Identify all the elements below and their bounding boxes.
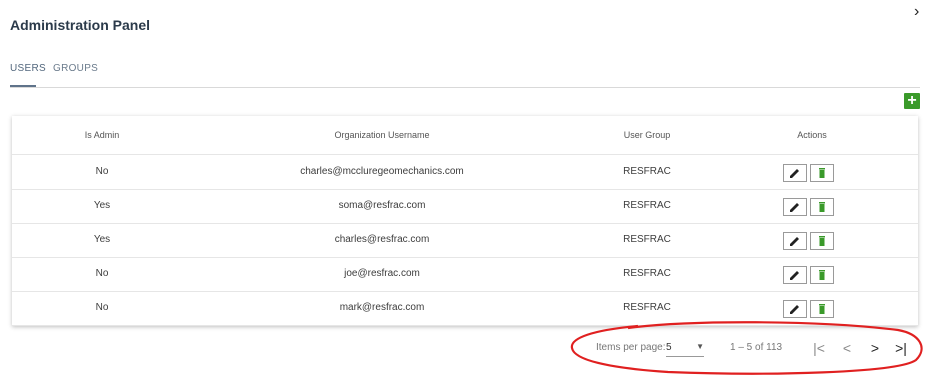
column-header-user-group[interactable]: User Group bbox=[592, 116, 702, 154]
username-cell: mark@resfrac.com bbox=[339, 302, 425, 313]
column-header-actions: Actions bbox=[797, 130, 827, 140]
close-chevron-icon[interactable]: › bbox=[914, 3, 925, 21]
previous-page-button[interactable]: < bbox=[838, 339, 856, 357]
page-range-label: 1 – 5 of 113 bbox=[730, 342, 783, 353]
page-size-value: 5 bbox=[666, 342, 672, 353]
edit-button[interactable] bbox=[783, 266, 807, 284]
user-group-cell: RESFRAC bbox=[623, 166, 671, 177]
table-row: No joe@resfrac.com RESFRAC bbox=[12, 257, 918, 292]
edit-button[interactable] bbox=[783, 300, 807, 318]
next-page-button[interactable]: > bbox=[866, 339, 884, 357]
is-admin-cell: No bbox=[95, 268, 109, 279]
pencil-icon bbox=[790, 271, 799, 280]
pencil-icon bbox=[790, 237, 799, 246]
edit-button[interactable] bbox=[783, 232, 807, 250]
last-page-button[interactable]: >| bbox=[892, 339, 910, 357]
trash-icon bbox=[819, 236, 825, 246]
user-group-cell: RESFRAC bbox=[623, 302, 671, 313]
pencil-icon bbox=[790, 203, 799, 212]
table-row: No charles@mccluregeomechanics.com RESFR… bbox=[12, 155, 918, 190]
is-admin-cell: Yes bbox=[93, 234, 111, 245]
edit-button[interactable] bbox=[783, 198, 807, 216]
first-page-button[interactable]: |< bbox=[810, 339, 828, 357]
table-row: No mark@resfrac.com RESFRAC bbox=[12, 291, 918, 326]
delete-button[interactable] bbox=[810, 198, 834, 216]
delete-button[interactable] bbox=[810, 164, 834, 182]
edit-button[interactable] bbox=[783, 164, 807, 182]
is-admin-cell: Yes bbox=[93, 200, 111, 211]
add-user-button[interactable]: + bbox=[904, 93, 920, 109]
table-header-row: Is Admin Organization Username User Grou… bbox=[12, 116, 918, 155]
dropdown-arrow-icon: ▼ bbox=[696, 342, 704, 351]
items-per-page-label: Items per page: bbox=[596, 342, 666, 353]
table-row: Yes charles@resfrac.com RESFRAC bbox=[12, 223, 918, 258]
paginator: Items per page: 5 ▼ 1 – 5 of 113 |< < > … bbox=[590, 335, 920, 361]
username-cell: soma@resfrac.com bbox=[338, 200, 426, 211]
tab-users[interactable]: USERS bbox=[10, 63, 46, 74]
delete-button[interactable] bbox=[810, 232, 834, 250]
delete-button[interactable] bbox=[810, 300, 834, 318]
trash-icon bbox=[819, 270, 825, 280]
pencil-icon bbox=[790, 169, 799, 178]
user-group-cell: RESFRAC bbox=[623, 268, 671, 279]
user-group-cell: RESFRAC bbox=[623, 234, 671, 245]
pencil-icon bbox=[790, 305, 799, 314]
trash-icon bbox=[819, 202, 825, 212]
tab-groups[interactable]: GROUPS bbox=[53, 63, 98, 74]
table-row: Yes soma@resfrac.com RESFRAC bbox=[12, 189, 918, 224]
page-size-select[interactable]: 5 ▼ bbox=[666, 339, 704, 357]
users-table: Is Admin Organization Username User Grou… bbox=[12, 116, 918, 326]
trash-icon bbox=[819, 304, 825, 314]
tabs-divider bbox=[10, 87, 920, 88]
is-admin-cell: No bbox=[95, 302, 109, 313]
username-cell: charles@mccluregeomechanics.com bbox=[300, 166, 464, 177]
username-cell: joe@resfrac.com bbox=[344, 268, 420, 279]
column-header-is-admin[interactable]: Is Admin bbox=[52, 116, 152, 154]
column-header-username[interactable]: Organization Username bbox=[232, 116, 532, 154]
user-group-cell: RESFRAC bbox=[623, 200, 671, 211]
delete-button[interactable] bbox=[810, 266, 834, 284]
trash-icon bbox=[819, 168, 825, 178]
page-title: Administration Panel bbox=[10, 17, 151, 33]
username-cell: charles@resfrac.com bbox=[334, 234, 430, 245]
is-admin-cell: No bbox=[95, 166, 109, 177]
